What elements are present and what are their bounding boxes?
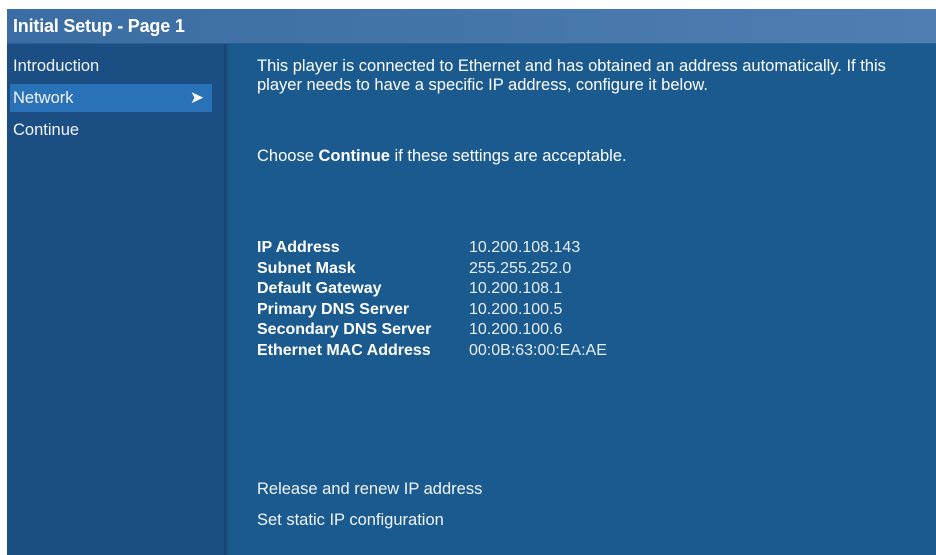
sidebar-item-introduction[interactable]: Introduction xyxy=(10,52,212,80)
sidebar-item-label: Network xyxy=(13,89,74,107)
chevron-right-icon: ➤ xyxy=(189,88,204,107)
info-row-mac-address: Ethernet MAC Address 00:0B:63:00:EA:AE xyxy=(257,341,607,362)
intro-text: This player is connected to Ethernet and… xyxy=(257,57,886,94)
info-value: 255.255.252.0 xyxy=(469,259,572,277)
info-value: 10.200.108.143 xyxy=(469,239,581,256)
info-row-primary-dns: Primary DNS Server 10.200.100.5 xyxy=(257,300,607,321)
info-label: Subnet Mask xyxy=(257,259,356,277)
info-row-ip-address: IP Address 10.200.108.143 xyxy=(257,238,607,259)
sidebar-item-network[interactable]: Network ➤ xyxy=(10,84,212,112)
info-value: 10.200.100.5 xyxy=(469,300,563,318)
prompt-prefix: Choose xyxy=(257,147,319,165)
info-row-secondary-dns: Secondary DNS Server 10.200.100.6 xyxy=(257,320,607,341)
set-static-ip-link[interactable]: Set static IP configuration xyxy=(257,508,444,532)
network-info-table: IP Address 10.200.108.143 Subnet Mask 255.… xyxy=(257,238,607,362)
info-label: Primary DNS Server xyxy=(257,300,410,318)
info-label: IP Address xyxy=(257,239,340,256)
info-value: 10.200.100.6 xyxy=(469,321,563,339)
window-title: Initial Setup - Page 1 xyxy=(13,16,185,36)
prompt-continue-emphasis: Continue xyxy=(318,147,390,165)
info-value: 10.200.108.1 xyxy=(469,280,563,298)
sidebar-item-continue[interactable]: Continue xyxy=(10,116,212,144)
setup-screen: Initial Setup - Page 1 Introduction Netw… xyxy=(7,9,936,555)
sidebar-item-label: Introduction xyxy=(13,57,100,75)
sidebar-item-label: Continue xyxy=(13,121,80,139)
info-label: Secondary DNS Server xyxy=(257,321,432,339)
release-renew-ip-link[interactable]: Release and renew IP address xyxy=(257,477,482,501)
title-bar: Initial Setup - Page 1 xyxy=(7,9,936,44)
sidebar: Introduction Network ➤ Continue xyxy=(7,44,224,555)
panel-divider xyxy=(224,44,229,555)
continue-prompt: Choose Continue if these settings are ac… xyxy=(257,146,627,166)
prompt-suffix: if these settings are acceptable. xyxy=(389,147,627,165)
info-label: Ethernet MAC Address xyxy=(257,341,431,359)
info-label: Default Gateway xyxy=(257,280,382,298)
info-row-subnet-mask: Subnet Mask 255.255.252.0 xyxy=(257,259,607,280)
info-value: 00:0B:63:00:EA:AE xyxy=(469,341,607,359)
info-row-default-gateway: Default Gateway 10.200.108.1 xyxy=(257,279,607,300)
